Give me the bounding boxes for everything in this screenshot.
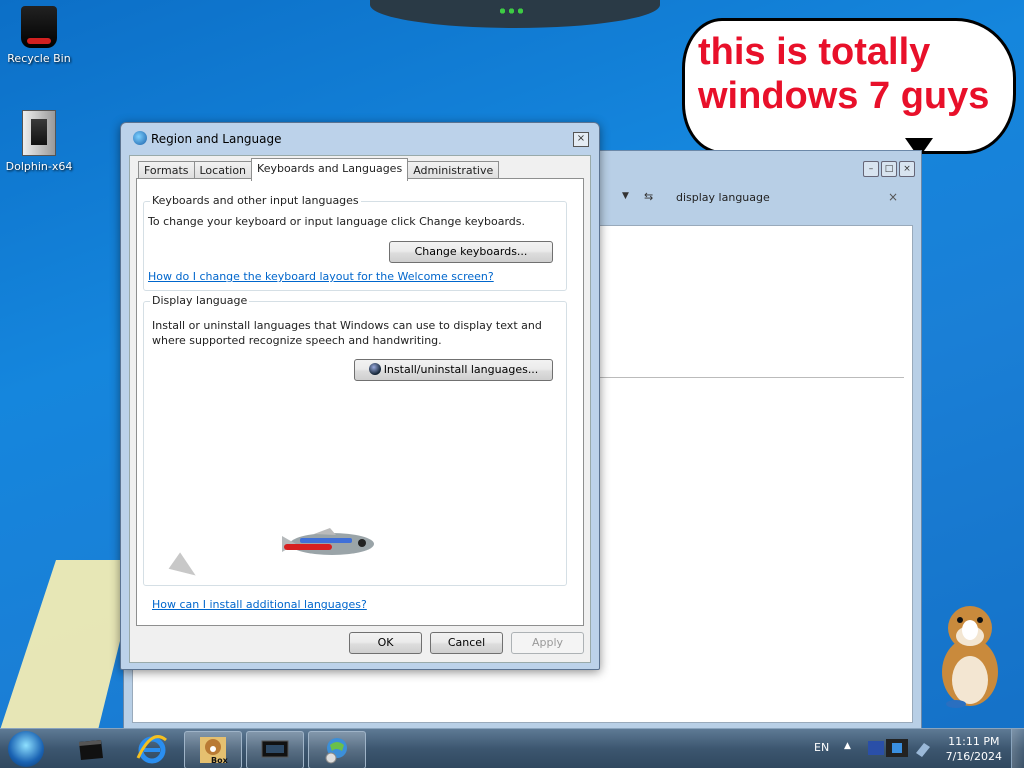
clock-time: 11:11 PM — [948, 735, 1000, 748]
ok-button[interactable]: OK — [349, 632, 422, 654]
desktop-icon-label: Dolphin-x64 — [5, 160, 73, 173]
clear-search-icon[interactable]: × — [888, 190, 898, 204]
refresh-icon[interactable]: ⇆ — [644, 190, 653, 203]
region-language-icon — [325, 738, 347, 764]
window-controls: – □ × — [863, 161, 915, 177]
show-hidden-icons-icon[interactable]: ▲ — [844, 741, 851, 751]
taskbar-item-sandbox[interactable]: Box — [184, 731, 242, 768]
start-button[interactable] — [8, 731, 44, 767]
show-desktop-button[interactable] — [1011, 729, 1024, 768]
divider — [600, 377, 904, 378]
change-keyboards-button[interactable]: Change keyboards... — [389, 241, 553, 263]
tray-icons[interactable] — [866, 737, 936, 761]
taskbar: Box EN ▲ 11:11 PM 7/16/2024 — [0, 728, 1024, 768]
dropdown-arrow-icon[interactable]: ▼ — [622, 191, 629, 201]
cancel-button[interactable]: Cancel — [430, 632, 503, 654]
system-tray: EN ▲ 11:11 PM 7/16/2024 — [808, 729, 1024, 768]
globe-icon — [368, 363, 381, 375]
box-label: Box — [211, 756, 228, 765]
globe-icon — [133, 131, 147, 145]
dolphin-app-icon — [22, 110, 56, 156]
minimize-button[interactable]: – — [863, 161, 879, 177]
install-additional-languages-link[interactable]: How can I install additional languages? — [152, 598, 367, 611]
language-indicator[interactable]: EN — [814, 741, 829, 754]
tab-keyboards-languages[interactable]: Keyboards and Languages — [251, 158, 409, 181]
keyboards-description: To change your keyboard or input languag… — [148, 215, 525, 228]
gadget-lights — [498, 6, 526, 16]
taskbar-item-monitor[interactable] — [246, 731, 304, 768]
desktop-icon-label: Recycle Bin — [7, 52, 71, 65]
wallpaper-sand — [0, 560, 140, 730]
keyboards-group: Keyboards and other input languages To c… — [143, 194, 567, 291]
install-uninstall-languages-button[interactable]: Install/uninstall languages... — [354, 359, 553, 381]
dialog-body: Formats Location Keyboards and Languages… — [129, 155, 591, 663]
apply-button[interactable]: Apply — [511, 632, 584, 654]
media-center-icon — [79, 740, 103, 760]
close-button[interactable]: × — [899, 161, 915, 177]
taskbar-item-internet-explorer[interactable] — [124, 731, 180, 767]
display-language-description: Install or uninstall languages that Wind… — [152, 319, 542, 347]
clock[interactable]: 11:11 PM 7/16/2024 — [946, 734, 1002, 764]
recycle-bin-icon — [21, 6, 57, 48]
desktop-icon-recycle-bin[interactable]: Recycle Bin — [4, 6, 74, 65]
neon-tetra-fish-image — [282, 528, 374, 555]
desktop-icon-dolphin[interactable]: Dolphin-x64 — [4, 110, 74, 173]
close-icon[interactable]: × — [573, 132, 589, 147]
dialog-title: Region and Language — [151, 132, 282, 146]
taskbar-item-media-center[interactable] — [62, 731, 118, 767]
monitor-app-icon — [261, 740, 289, 758]
taskbar-item-region-language[interactable] — [308, 731, 366, 768]
search-bar[interactable]: ▼ ⇆ display language × — [594, 181, 912, 215]
internet-explorer-icon — [136, 735, 167, 764]
welcome-screen-keyboard-link[interactable]: How do I change the keyboard layout for … — [148, 270, 494, 283]
search-text[interactable]: display language — [676, 191, 770, 204]
region-language-dialog[interactable]: Region and Language × Formats Location K… — [120, 122, 600, 670]
hamster-image — [942, 606, 998, 708]
keyboards-legend: Keyboards and other input languages — [150, 194, 361, 207]
maximize-button[interactable]: □ — [881, 161, 897, 177]
speech-bubble-text: this is totally windows 7 guys — [698, 31, 990, 117]
clock-date: 7/16/2024 — [945, 750, 1002, 763]
install-uninstall-label: Install/uninstall languages... — [383, 363, 539, 376]
display-language-legend: Display language — [150, 294, 250, 307]
